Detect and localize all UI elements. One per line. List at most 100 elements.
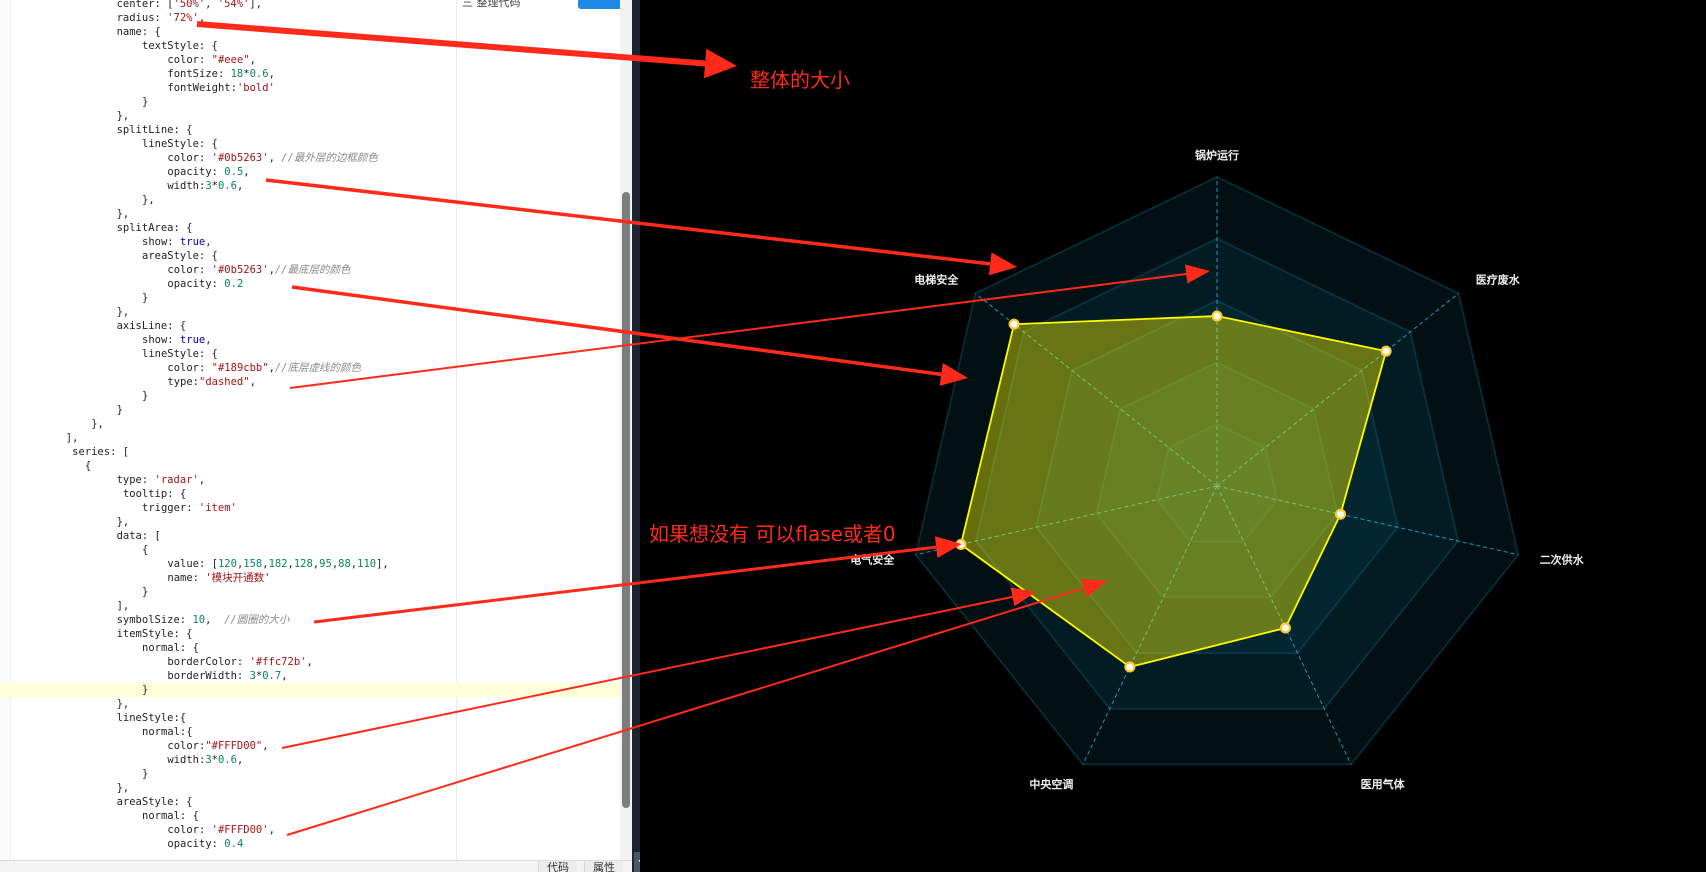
- code-token: ,: [205, 236, 212, 248]
- code-token: //底层虚线的颜色: [274, 362, 362, 374]
- code-token: 'radar': [154, 474, 199, 486]
- code-line[interactable]: },: [0, 515, 632, 529]
- code-line[interactable]: borderColor: '#ffc72b',: [0, 655, 632, 669]
- code-token: splitArea: {: [116, 222, 193, 234]
- panel-divider[interactable]: [632, 0, 640, 872]
- code-token: '#ffc72b': [249, 656, 307, 668]
- tab-code[interactable]: 代码: [538, 861, 577, 872]
- code-line[interactable]: }: [0, 683, 632, 697]
- code-line[interactable]: name: {: [0, 25, 632, 39]
- code-line[interactable]: textStyle: {: [0, 39, 632, 53]
- code-token: type:: [167, 376, 199, 388]
- code-line[interactable]: }: [0, 767, 632, 781]
- code-line[interactable]: normal: {: [0, 809, 632, 823]
- code-line[interactable]: axisLine: {: [0, 319, 632, 333]
- code-line[interactable]: },: [0, 193, 632, 207]
- code-editor[interactable]: center: ['50%', '54%'], radius: '72%', nam…: [0, 0, 632, 872]
- code-line[interactable]: series: [: [0, 445, 632, 459]
- scrollbar-thumb[interactable]: [622, 192, 630, 808]
- code-line[interactable]: radius: '72%',: [0, 11, 632, 25]
- code-line[interactable]: }: [0, 95, 632, 109]
- series-point: [1279, 622, 1291, 634]
- code-line[interactable]: opacity: 0.4: [0, 837, 632, 851]
- code-line[interactable]: }: [0, 585, 632, 599]
- code-token: symbolSize:: [116, 614, 193, 626]
- series-point: [1334, 508, 1347, 520]
- code-line[interactable]: type: 'radar',: [0, 473, 632, 487]
- code-line[interactable]: opacity: 0.5,: [0, 165, 632, 179]
- code-line[interactable]: {: [0, 459, 632, 473]
- code-line[interactable]: value: [120,158,182,128,95,88,110],: [0, 557, 632, 571]
- code-line[interactable]: opacity: 0.2: [0, 277, 632, 291]
- code-line[interactable]: color:"#FFFD00",: [0, 739, 632, 753]
- code-line[interactable]: width:3*0.6,: [0, 753, 632, 767]
- editor-scrollbar[interactable]: [620, 0, 632, 860]
- code-line[interactable]: trigger: 'item': [0, 501, 632, 515]
- code-line[interactable]: type:"dashed",: [0, 375, 632, 389]
- code-token: splitLine: {: [116, 124, 193, 136]
- code-token: "#eee": [211, 54, 250, 66]
- code-line[interactable]: show: true,: [0, 235, 632, 249]
- radar-chart: 锅炉运行医疗废水二次供水医用气体 中央空调 电气安全 电梯安全: [850, 148, 1584, 791]
- code-token: width:: [167, 754, 206, 766]
- code-line[interactable]: width:3*0.6,: [0, 179, 632, 193]
- code-token: //最底层的颜色: [274, 264, 351, 276]
- code-line[interactable]: itemStyle: {: [0, 627, 632, 641]
- code-line[interactable]: color: '#0b5263', //最外层的边框颜色: [0, 151, 632, 165]
- editor-toolbar: 三 整理代码: [440, 0, 632, 10]
- code-line[interactable]: normal:{: [0, 725, 632, 739]
- code-line[interactable]: ],: [0, 599, 632, 613]
- code-line[interactable]: {: [0, 543, 632, 557]
- code-line[interactable]: },: [0, 207, 632, 221]
- code-token: ,: [198, 474, 206, 486]
- code-line[interactable]: },: [0, 417, 632, 431]
- code-line[interactable]: normal: {: [0, 641, 632, 655]
- code-token: ,: [236, 754, 244, 766]
- code-token: 95: [319, 558, 332, 570]
- code-token: width:: [167, 180, 206, 192]
- code-line[interactable]: },: [0, 109, 632, 123]
- code-line[interactable]: tooltip: {: [0, 487, 632, 501]
- code-line[interactable]: },: [0, 697, 632, 711]
- tab-properties[interactable]: 属性: [584, 861, 623, 872]
- code-line[interactable]: ],: [0, 431, 632, 445]
- code-line[interactable]: lineStyle: {: [0, 347, 632, 361]
- code-token: 'bold': [236, 82, 275, 94]
- code-token: '72%': [167, 12, 199, 24]
- indicator-label: 电梯安全: [914, 273, 959, 287]
- code-line[interactable]: color: '#0b5263',//最底层的颜色: [0, 263, 632, 277]
- code-line[interactable]: areaStyle: {: [0, 795, 632, 809]
- code-line[interactable]: color: '#FFFD00',: [0, 823, 632, 837]
- code-token: '#0b5263': [211, 264, 269, 276]
- code-token: {: [84, 460, 92, 472]
- code-line[interactable]: areaStyle: {: [0, 249, 632, 263]
- code-line[interactable]: data: [: [0, 529, 632, 543]
- code-token: },: [116, 110, 130, 122]
- code-line[interactable]: },: [0, 305, 632, 319]
- code-token: radius:: [116, 12, 168, 24]
- code-line[interactable]: }: [0, 403, 632, 417]
- code-line[interactable]: name: '模块开通数': [0, 571, 632, 585]
- format-code-button[interactable]: 三 整理代码: [462, 0, 521, 10]
- code-line[interactable]: color: "#189cbb",//底层虚线的颜色: [0, 361, 632, 375]
- code-token: }: [142, 684, 149, 696]
- code-line[interactable]: }: [0, 389, 632, 403]
- code-line[interactable]: splitArea: {: [0, 221, 632, 235]
- code-line[interactable]: fontSize: 18*0.6,: [0, 67, 632, 81]
- code-line[interactable]: symbolSize: 10, //圆圈的大小: [0, 613, 632, 627]
- code-line[interactable]: }: [0, 291, 632, 305]
- code-token: }: [142, 292, 149, 304]
- code-line[interactable]: fontWeight:'bold': [0, 81, 632, 95]
- code-token: textStyle: {: [142, 40, 218, 52]
- code-line[interactable]: lineStyle: {: [0, 137, 632, 151]
- code-line[interactable]: show: true,: [0, 333, 632, 347]
- code-line[interactable]: lineStyle:{: [0, 711, 632, 725]
- code-line[interactable]: splitLine: {: [0, 123, 632, 137]
- indicator-label: 医疗废水: [1476, 273, 1521, 287]
- code-line[interactable]: borderWidth: 3*0.7,: [0, 669, 632, 683]
- code-line[interactable]: },: [0, 781, 632, 795]
- code-token: 158: [243, 558, 263, 570]
- code-token: }: [116, 404, 123, 416]
- code-line[interactable]: color: "#eee",: [0, 53, 632, 67]
- series-point: [955, 538, 967, 550]
